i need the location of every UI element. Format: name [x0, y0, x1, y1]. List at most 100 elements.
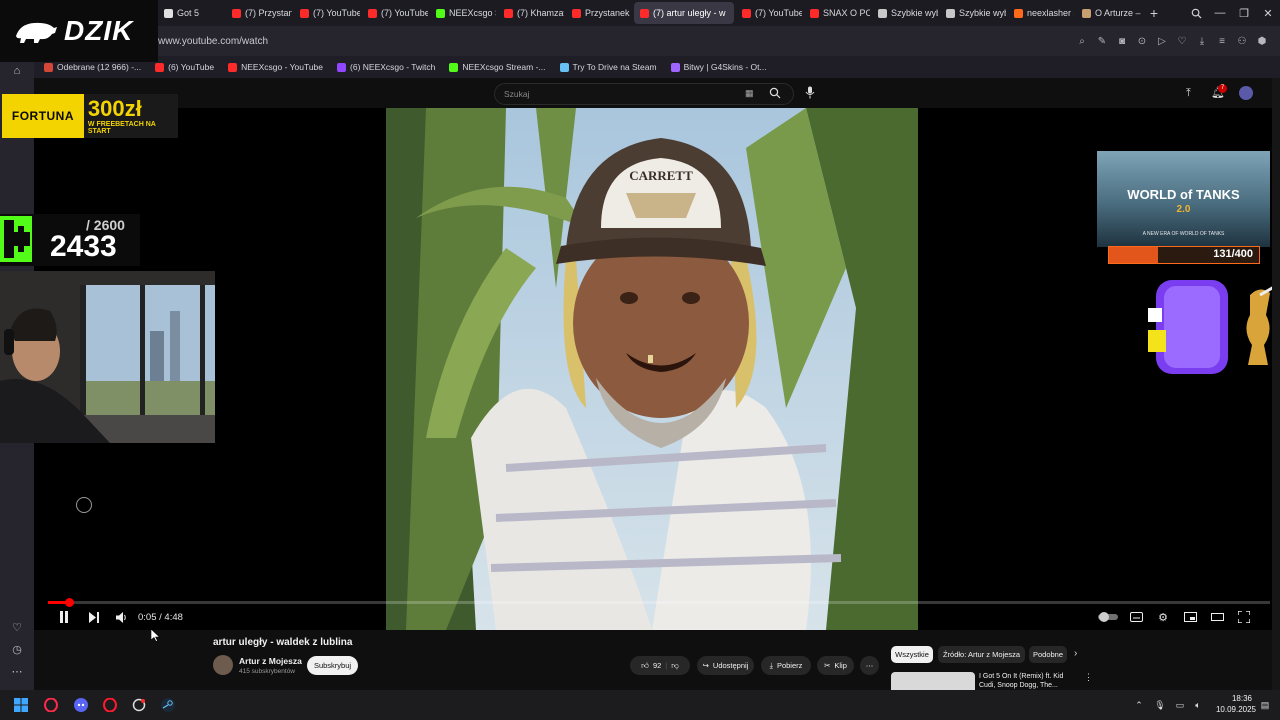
search-page-icon[interactable]: ⌕	[1072, 31, 1092, 51]
browser-tab[interactable]: (7) YouTube	[362, 2, 428, 24]
download-video-icon: ⤓	[769, 660, 773, 670]
maximize-icon[interactable]: ❐	[1232, 1, 1256, 25]
keyboard-icon[interactable]: ▦	[745, 88, 757, 100]
heart-icon[interactable]: ♡	[1172, 31, 1192, 51]
windows-start-icon[interactable]	[12, 696, 30, 714]
autoplay-toggle[interactable]	[1098, 608, 1118, 626]
next-button[interactable]	[86, 608, 102, 626]
browser-tab[interactable]: (7) Przystanek	[226, 2, 292, 24]
bookmark-item[interactable]: NEEXcsgo - YouTube	[228, 62, 323, 72]
video-frame[interactable]: CARRETT	[386, 108, 918, 630]
share-button[interactable]: ↪ Udostępnij	[697, 656, 754, 675]
bookmark-item[interactable]: Odebrane (12 966) -...	[44, 62, 141, 72]
video-progress-bar[interactable]	[48, 598, 1270, 607]
profile-icon[interactable]: ⚇	[1232, 31, 1252, 51]
tab-favicon-icon	[810, 8, 819, 18]
browser-tab[interactable]: (7) YouTube	[294, 2, 360, 24]
history-icon[interactable]: ◷	[9, 641, 25, 657]
heart-sidebar-icon[interactable]: ♡	[9, 619, 25, 635]
url-field[interactable]: www.youtube.com/watch	[158, 36, 268, 47]
subscriber-count: 415 subskrybentów	[239, 668, 296, 675]
browser-tab[interactable]: Szybkie wybie	[872, 2, 938, 24]
speaker-tray-icon[interactable]: 🔈︎	[1189, 696, 1207, 714]
more-actions-button[interactable]: ⋯	[860, 656, 879, 675]
bookmark-item[interactable]: NEEXcsgo Stream -...	[449, 62, 546, 72]
mic-tray-icon[interactable]: 🎙︎	[1151, 696, 1169, 714]
app-icon[interactable]	[130, 696, 148, 714]
search-icon[interactable]	[769, 86, 785, 102]
upload-icon[interactable]: ⤒	[1186, 87, 1191, 100]
opera-gx-icon[interactable]	[42, 696, 60, 714]
more-sidebar-icon[interactable]: ⋯	[9, 663, 25, 679]
browser-tab[interactable]: (7) artur uległy - w	[634, 2, 734, 24]
display-tray-icon[interactable]: ▭	[1171, 696, 1189, 714]
subscribe-button[interactable]: Subskrybuj	[307, 656, 358, 675]
browser-tab[interactable]: O Arturze – A	[1076, 2, 1142, 24]
filter-chip[interactable]: Wszystkie	[891, 646, 933, 663]
play-icon[interactable]: ▷	[1152, 31, 1172, 51]
clip-button[interactable]: ✂ Klip	[817, 656, 854, 675]
like-count[interactable]: 92	[653, 661, 661, 670]
clock-date[interactable]: 10.09.2025	[1210, 705, 1262, 714]
bookmark-item[interactable]: Try To Drive na Steam	[559, 62, 657, 72]
browser-tab[interactable]: SNAX O POW	[804, 2, 870, 24]
browser-tab[interactable]: NEEXcsgo Str	[430, 2, 496, 24]
goal-current: 2433	[50, 230, 117, 263]
wot-title: WORLD of TANKS	[1127, 187, 1240, 202]
subtitles-icon[interactable]	[1128, 608, 1144, 626]
tab-favicon-icon	[1082, 8, 1091, 18]
extension-icon[interactable]: ⬢	[1252, 31, 1272, 51]
vpn-icon[interactable]: ⊙	[1132, 31, 1152, 51]
steam-icon[interactable]	[159, 696, 177, 714]
bookmark-item[interactable]: Bitwy | G4Skins - Ot...	[670, 62, 767, 72]
browser-tab[interactable]: (7) Khamzat C	[498, 2, 564, 24]
new-tab-button[interactable]: +	[1144, 1, 1164, 25]
minimize-icon[interactable]: —	[1208, 1, 1232, 25]
browser-tab[interactable]: (7) YouTube	[736, 2, 802, 24]
download-icon[interactable]: ⤓	[1192, 31, 1212, 51]
camera-icon[interactable]: ◙	[1112, 31, 1132, 51]
browser-tab[interactable]: neexlasher st	[1008, 2, 1074, 24]
video-image: CARRETT	[386, 108, 918, 630]
microphone-icon[interactable]	[805, 86, 817, 100]
opera-icon[interactable]	[101, 696, 119, 714]
user-avatar[interactable]	[1239, 86, 1253, 100]
filter-chip[interactable]: Źródło: Artur z Mojesza	[938, 646, 1025, 663]
channel-name[interactable]: Artur z Mojesza	[239, 656, 302, 666]
theater-mode-icon[interactable]	[1209, 608, 1225, 626]
edit-icon[interactable]: ✎	[1092, 31, 1112, 51]
bookmark-item[interactable]: (6) YouTube	[155, 62, 214, 72]
streamer-webcam	[0, 271, 215, 443]
dislike-icon[interactable]: 👎︎	[671, 661, 679, 671]
home-icon[interactable]: ⌂	[9, 63, 25, 79]
tray-chevron-icon[interactable]: ⌃	[1130, 696, 1148, 714]
browser-tab[interactable]: Szybkie wybie	[940, 2, 1006, 24]
chips-next-icon[interactable]: ›	[1074, 648, 1077, 659]
like-icon[interactable]: 👍︎	[641, 661, 649, 671]
miniplayer-icon[interactable]	[1182, 608, 1198, 626]
discord-icon[interactable]	[72, 696, 90, 714]
recommendation-thumbnail[interactable]	[891, 672, 975, 690]
recommendation-title[interactable]: I Got 5 On It (Remix) ft. Kid Cudi, Snoo…	[979, 672, 1079, 690]
fullscreen-icon[interactable]	[1236, 608, 1252, 626]
trophy-icon	[1240, 285, 1275, 367]
download-label: Pobierz	[776, 661, 803, 670]
browser-tab[interactable]: Got 5	[158, 2, 224, 24]
close-window-icon[interactable]: ✕	[1256, 1, 1280, 25]
notification-center-icon[interactable]: ▤	[1256, 696, 1274, 714]
loading-circle	[76, 497, 92, 513]
browser-tab[interactable]: Przystanek Lo	[566, 2, 632, 24]
address-bar: www.youtube.com/watch ⌕ ✎ ◙ ⊙ ▷ ♡ ⤓ ≡ ⚇ …	[0, 26, 1280, 56]
page-scrollbar[interactable]	[1272, 78, 1280, 690]
settings-gear-icon[interactable]: ⚙︎	[1155, 608, 1171, 626]
bookmark-item[interactable]: (6) NEEXcsgo - Twitch	[337, 62, 435, 72]
tab-label: Szybkie wybie	[959, 8, 1006, 18]
filter-chip[interactable]: Podobne	[1029, 646, 1067, 663]
search-tabs-icon[interactable]	[1184, 1, 1208, 25]
recommendation-menu-icon[interactable]: ⋮	[1084, 672, 1093, 683]
pause-button[interactable]	[56, 608, 72, 626]
menu-icon[interactable]: ≡	[1212, 31, 1232, 51]
channel-avatar[interactable]	[213, 655, 233, 675]
volume-icon[interactable]	[114, 608, 130, 626]
download-button[interactable]: ⤓ Pobierz	[761, 656, 811, 675]
